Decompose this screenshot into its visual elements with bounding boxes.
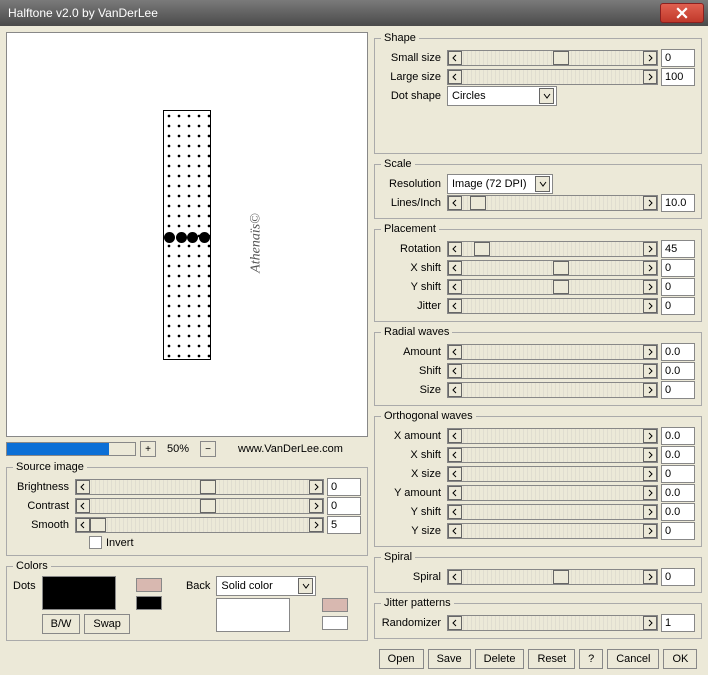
source-image-legend: Source image	[13, 461, 87, 473]
invert-checkbox[interactable]	[89, 536, 102, 549]
colors-legend: Colors	[13, 560, 51, 572]
placement-group: Placement Rotation X shift Y shift Jitte…	[374, 223, 702, 322]
zoom-out-button[interactable]: −	[200, 441, 216, 457]
close-icon	[676, 7, 688, 19]
delete-button[interactable]: Delete	[475, 649, 525, 669]
dot-shape-combo[interactable]: Circles	[447, 86, 557, 106]
cancel-button[interactable]: Cancel	[607, 649, 659, 669]
brightness-slider[interactable]	[75, 479, 324, 495]
scale-group: Scale Resolution Image (72 DPI) Lines/In…	[374, 158, 702, 219]
watermark: Athenaïs©	[249, 213, 265, 273]
smooth-label: Smooth	[13, 519, 75, 531]
save-button[interactable]: Save	[428, 649, 471, 669]
chevron-down-icon[interactable]	[298, 578, 313, 594]
contrast-slider[interactable]	[75, 498, 324, 514]
arrow-right-icon[interactable]	[309, 480, 323, 494]
dots-color-swatch[interactable]	[42, 576, 116, 610]
arrow-left-icon[interactable]	[76, 499, 90, 513]
colors-group: Colors Dots B/W Swap	[6, 560, 368, 641]
window-title: Halftone v2.0 by VanDerLee	[8, 6, 660, 20]
brightness-label: Brightness	[13, 481, 75, 493]
source-image-group: Source image Brightness Contrast	[6, 461, 368, 556]
shape-group: Shape Small size Large size Dot shape Ci…	[374, 32, 702, 154]
contrast-value[interactable]	[327, 497, 361, 515]
invert-label: Invert	[106, 537, 134, 549]
jitter-patterns-group: Jitter patterns Randomizer	[374, 597, 702, 639]
titlebar: Halftone v2.0 by VanDerLee	[0, 0, 708, 26]
small-size-slider[interactable]	[447, 50, 658, 66]
rotation-slider[interactable]	[447, 241, 658, 257]
arrow-left-icon[interactable]	[76, 518, 90, 532]
arrow-left-icon[interactable]	[76, 480, 90, 494]
close-button[interactable]	[660, 3, 704, 23]
back-preset-swatch[interactable]	[322, 598, 348, 612]
open-button[interactable]: Open	[379, 649, 424, 669]
lines-value[interactable]	[661, 194, 695, 212]
halftone-preview	[163, 110, 211, 360]
dialog-buttons: Open Save Delete Reset ? Cancel OK	[374, 649, 702, 669]
large-size-value[interactable]	[661, 68, 695, 86]
brightness-value[interactable]	[327, 478, 361, 496]
dots-preset-swatch[interactable]	[136, 578, 162, 592]
lines-slider[interactable]	[447, 195, 658, 211]
smooth-slider[interactable]	[75, 517, 324, 533]
large-size-slider[interactable]	[447, 69, 658, 85]
jitter-slider[interactable]	[447, 298, 658, 314]
back-preset-swatch[interactable]	[322, 616, 348, 630]
resolution-combo[interactable]: Image (72 DPI)	[447, 174, 553, 194]
back-color-swatch[interactable]	[216, 598, 290, 632]
orthogonal-group: Orthogonal waves X amount X shift X size…	[374, 410, 702, 547]
zoom-in-button[interactable]: +	[140, 441, 156, 457]
zoom-progress[interactable]	[6, 442, 136, 456]
xshift-slider[interactable]	[447, 260, 658, 276]
smooth-value[interactable]	[327, 516, 361, 534]
chevron-down-icon[interactable]	[539, 88, 554, 104]
url-link[interactable]: www.VanDerLee.com	[238, 443, 343, 455]
bw-button[interactable]: B/W	[42, 614, 81, 634]
preview-area: Athenaïs©	[6, 32, 368, 437]
back-label: Back	[186, 580, 210, 592]
reset-button[interactable]: Reset	[528, 649, 575, 669]
zoom-bar: + 50% − www.VanDerLee.com	[6, 441, 368, 457]
zoom-percent: 50%	[160, 443, 196, 455]
swap-button[interactable]: Swap	[84, 614, 130, 634]
arrow-right-icon[interactable]	[309, 518, 323, 532]
contrast-label: Contrast	[13, 500, 75, 512]
dots-label: Dots	[13, 580, 36, 592]
dots-preset-swatch[interactable]	[136, 596, 162, 610]
back-mode-combo[interactable]: Solid color	[216, 576, 316, 596]
chevron-down-icon[interactable]	[535, 176, 550, 192]
help-button[interactable]: ?	[579, 649, 603, 669]
radial-group: Radial waves Amount Shift Size	[374, 326, 702, 406]
ok-button[interactable]: OK	[663, 649, 697, 669]
spiral-group: Spiral Spiral	[374, 551, 702, 593]
arrow-right-icon[interactable]	[309, 499, 323, 513]
small-size-value[interactable]	[661, 49, 695, 67]
yshift-slider[interactable]	[447, 279, 658, 295]
